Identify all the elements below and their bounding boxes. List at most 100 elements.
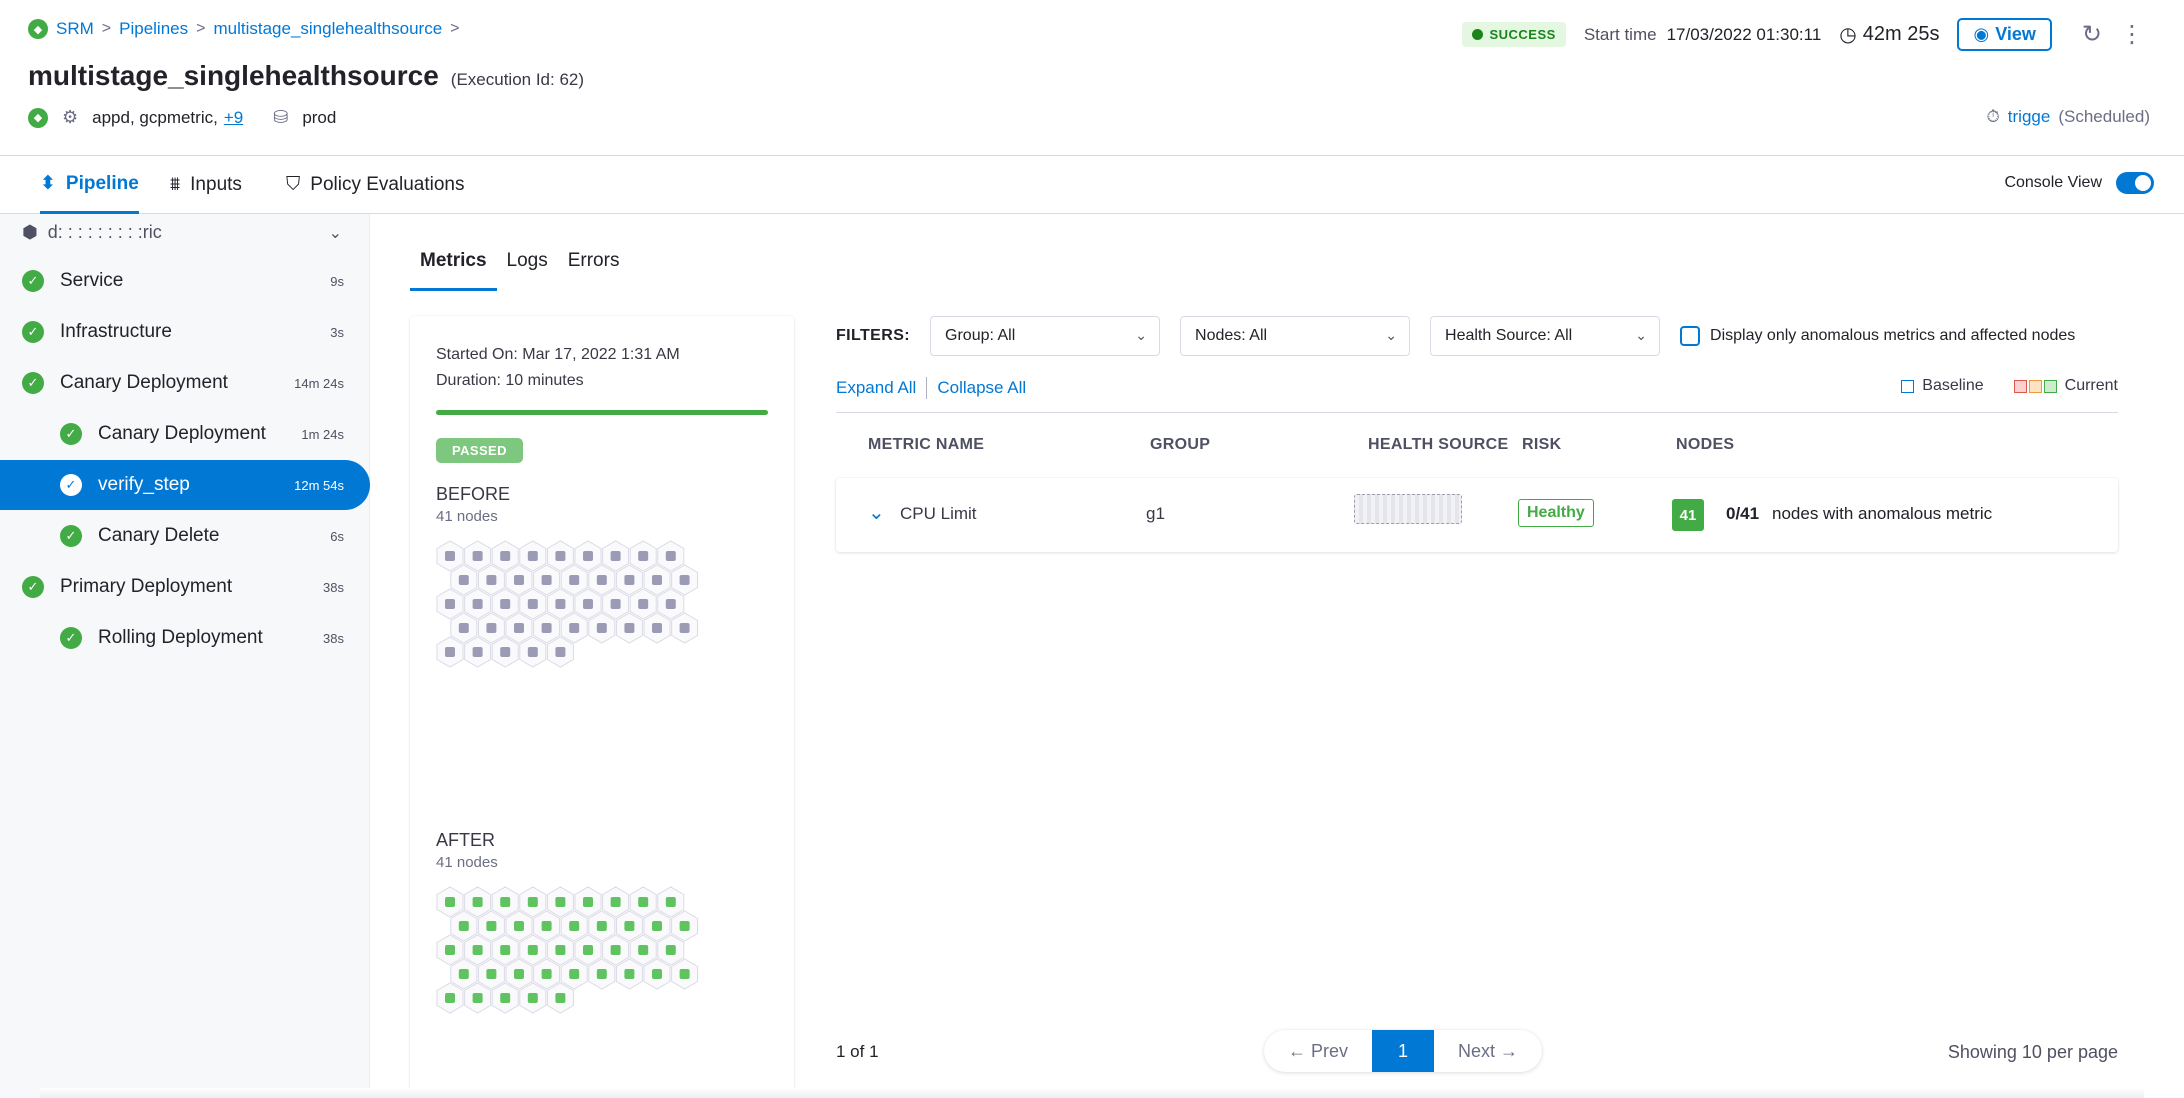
filters-label: FILTERS: — [836, 327, 911, 344]
node-marker — [679, 575, 690, 585]
more-options-icon[interactable]: ⋮ — [2120, 20, 2144, 49]
sidebar-step-duration: 1m 24s — [301, 426, 344, 442]
breadcrumb-separator: > — [196, 20, 206, 37]
chevron-down-icon[interactable]: ⌄ — [868, 500, 885, 525]
node-marker — [486, 921, 497, 931]
group-filter-dropdown[interactable]: Group: All ⌄ — [930, 316, 1161, 356]
sidebar-step[interactable]: ✓ Rolling Deployment 38s — [0, 613, 370, 663]
sidebar-step-label: Primary Deployment — [60, 576, 233, 597]
node-marker — [679, 969, 690, 979]
console-view-toggle-group: Console View — [2004, 172, 2154, 194]
node-marker — [583, 551, 593, 561]
col-risk: RISK — [1522, 436, 1562, 453]
node-marker — [679, 623, 690, 633]
node-marker — [445, 993, 455, 1003]
sidebar-step[interactable]: ✓ Canary Deployment 1m 24s — [0, 409, 370, 459]
page-1-button[interactable]: 1 — [1372, 1030, 1435, 1072]
check-circle-icon: ✓ — [22, 270, 44, 292]
stage-selector[interactable]: ⬢ d: : : : : : : : :ric ⌄ — [22, 222, 342, 243]
table-row[interactable]: ⌄ CPU Limit g1 Healthy 41 0/41 nodes wit… — [836, 478, 2118, 552]
check-circle-icon: ✓ — [22, 321, 44, 343]
node-marker — [638, 945, 649, 955]
node-marker — [610, 551, 621, 561]
check-circle-icon: ✓ — [60, 627, 82, 649]
sidebar-step-content: ✓ Canary Delete — [0, 525, 219, 547]
node-marker — [569, 969, 580, 979]
tab-inputs-label: Inputs — [190, 174, 242, 195]
baseline-swatch — [1901, 379, 1915, 393]
nodes-filter-value: Nodes: All — [1195, 327, 1268, 344]
node-marker — [472, 647, 483, 657]
services-more-link[interactable]: +9 — [224, 108, 243, 128]
tab-errors[interactable]: Errors — [558, 244, 630, 291]
sidebar-step[interactable]: ✓ Canary Deployment 14m 24s — [0, 358, 370, 408]
node-marker — [652, 969, 662, 979]
refresh-icon[interactable]: ↻ — [2082, 20, 2102, 49]
node-marker — [445, 647, 455, 657]
sidebar-step[interactable]: ✓ Canary Delete 6s — [0, 511, 370, 561]
node-marker — [486, 623, 497, 633]
node-marker — [665, 599, 676, 609]
sidebar-step-content: ✓ Primary Deployment — [0, 576, 232, 598]
tab-logs[interactable]: Logs — [497, 244, 558, 291]
execution-header: ◆ SRM > Pipelines > multistage_singlehea… — [0, 0, 2184, 156]
nodes-filter-dropdown[interactable]: Nodes: All ⌄ — [1180, 316, 1411, 356]
expand-all-link[interactable]: Expand All — [836, 378, 916, 398]
sidebar-step[interactable]: ✓ Infrastructure 3s — [0, 307, 370, 357]
service-gear-icon: ⚙ — [62, 107, 79, 127]
anomalous-only-label: Display only anomalous metrics and affec… — [1710, 327, 2076, 344]
sidebar-step-label: verify_step — [98, 474, 190, 495]
trigger-type: (Scheduled) — [2058, 107, 2150, 126]
node-count-badge: 41 — [1672, 499, 1704, 531]
node-marker — [610, 599, 621, 609]
start-time-label: Start time — [1583, 24, 1657, 44]
status-badge: SUCCESS — [1462, 22, 1566, 47]
breadcrumb-pipeline-name[interactable]: multistage_singlehealthsource — [213, 19, 442, 39]
health-source-filter-dropdown[interactable]: Health Source: All ⌄ — [1430, 316, 1661, 356]
node-marker — [596, 575, 607, 585]
tab-pipeline[interactable]: ⬍ Pipeline — [40, 156, 139, 214]
pagination: 1 of 1 ← Prev 1 Next → Showing 10 per pa… — [836, 1030, 2118, 1074]
sidebar-step[interactable]: ✓ Primary Deployment 38s — [0, 562, 370, 612]
sidebar-step-duration: 6s — [330, 528, 344, 544]
prev-page-button[interactable]: ← Prev — [1264, 1030, 1372, 1072]
node-marker — [652, 623, 662, 633]
health-source-filter-value: Health Source: All — [1445, 327, 1573, 344]
node-marker — [638, 897, 649, 907]
tab-inputs[interactable]: ⩩ Inputs — [170, 156, 242, 214]
sidebar-step-duration: 9s — [330, 273, 344, 289]
node-marker — [472, 945, 483, 955]
col-health-source: HEALTH SOURCE — [1368, 436, 1509, 453]
node-marker — [472, 551, 483, 561]
breadcrumb-pipelines[interactable]: Pipelines — [119, 19, 188, 39]
next-page-button[interactable]: Next → — [1434, 1030, 1542, 1072]
anomalous-only-checkbox[interactable] — [1680, 326, 1701, 346]
node-marker — [445, 599, 455, 609]
trigger-link[interactable]: trigge — [2008, 107, 2051, 127]
collapse-all-link[interactable]: Collapse All — [937, 378, 1026, 398]
node-marker — [541, 623, 552, 633]
after-node-map — [436, 886, 699, 1014]
sidebar-step[interactable]: ✓ verify_step 12m 54s — [0, 460, 370, 510]
tab-policy-evaluations[interactable]: ⛉ Policy Evaluations — [286, 156, 464, 214]
sidebar-step-duration: 12m 54s — [294, 477, 344, 493]
sidebar-step-label: Canary Deployment — [98, 423, 266, 444]
node-marker — [527, 993, 538, 1003]
node-marker — [665, 945, 676, 955]
node-marker — [458, 575, 469, 585]
step-sidebar: ⬢ d: : : : : : : : :ric ⌄ ✓ Service 9s ✓ Inf… — [0, 214, 370, 1098]
chevron-down-icon: ⌄ — [1135, 327, 1148, 343]
view-button[interactable]: ◉ View — [1957, 18, 2052, 51]
node-marker — [679, 921, 690, 931]
tab-metrics[interactable]: Metrics — [410, 244, 497, 291]
node-marker — [569, 575, 580, 585]
sidebar-step[interactable]: ✓ Service 9s — [0, 256, 370, 306]
breadcrumb-srm[interactable]: SRM — [56, 19, 94, 39]
node-marker — [665, 897, 676, 907]
status-text: SUCCESS — [1489, 27, 1556, 42]
node-marker — [624, 969, 635, 979]
console-view-toggle[interactable] — [2116, 172, 2154, 194]
node-marker — [638, 551, 649, 561]
environment-name: prod — [302, 107, 337, 127]
duration-value: 42m 25s — [1862, 23, 1940, 45]
